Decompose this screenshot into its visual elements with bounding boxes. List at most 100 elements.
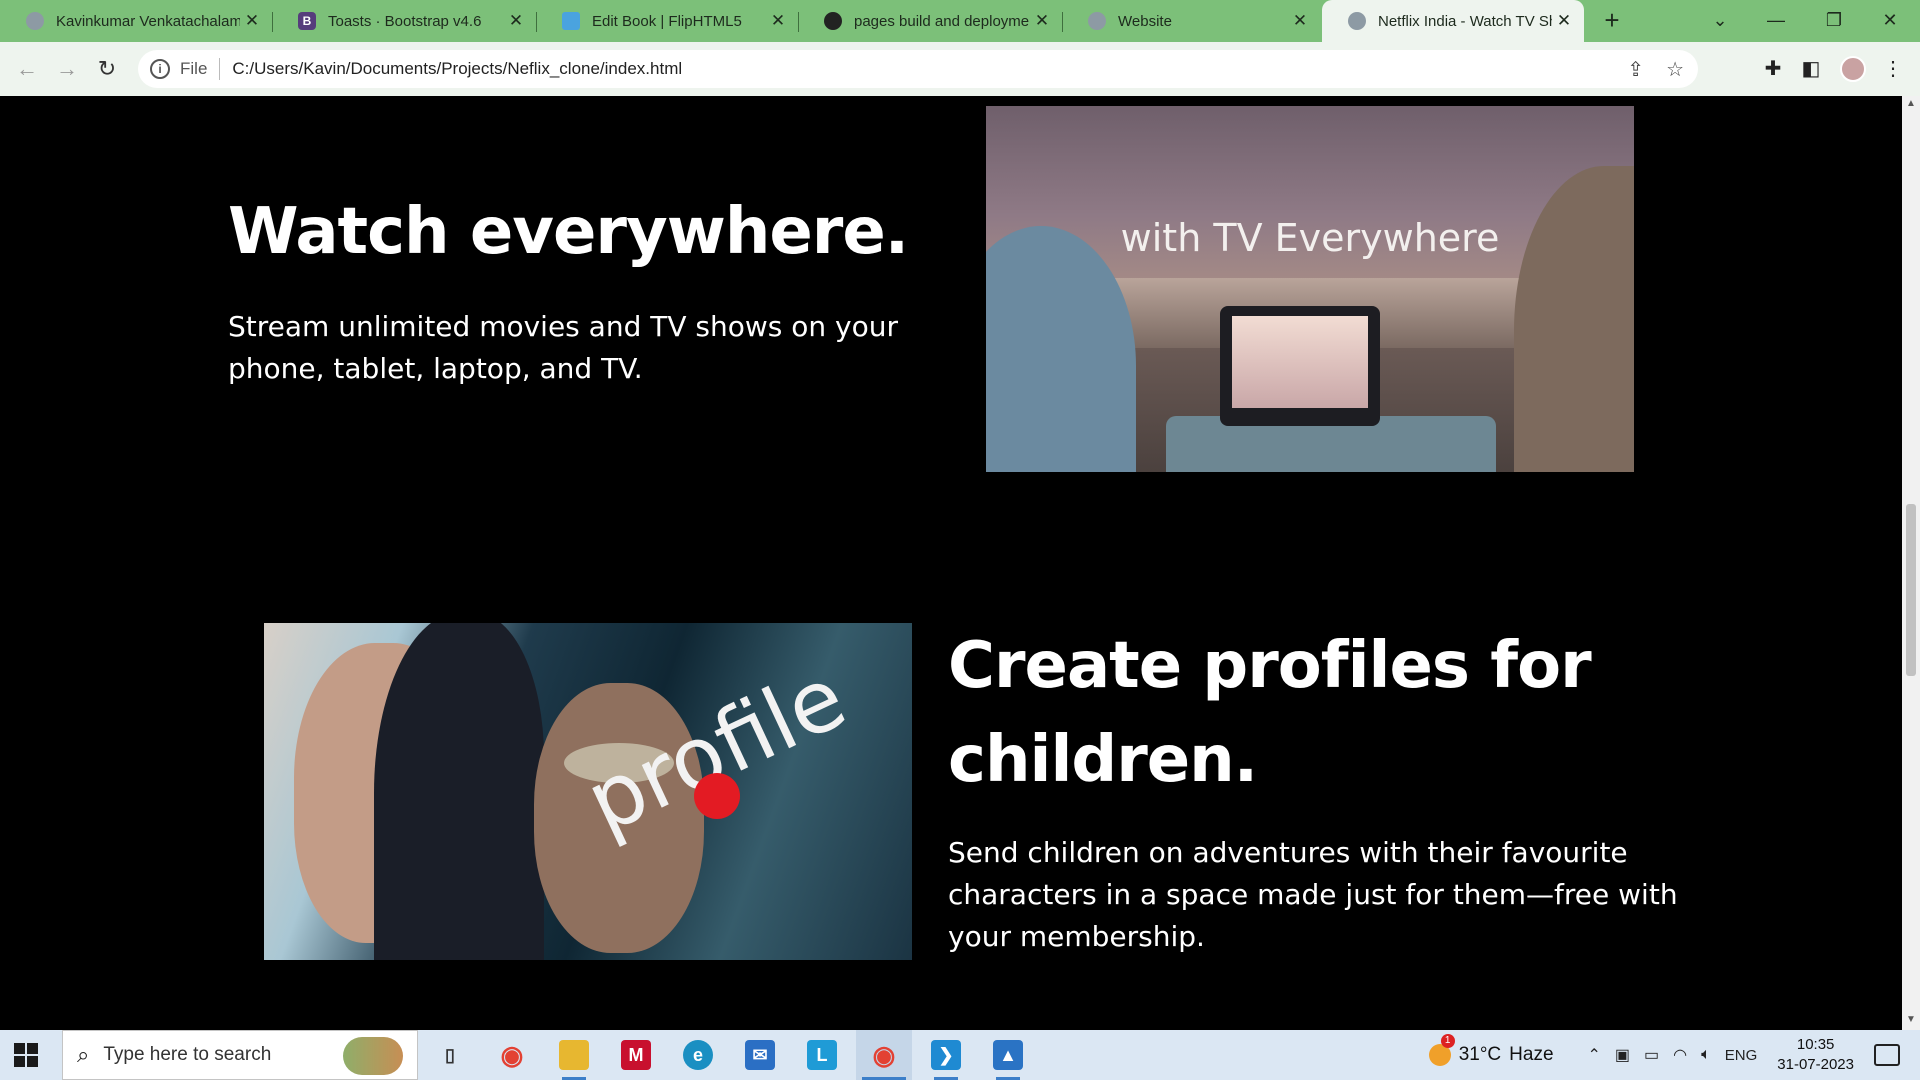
battery-icon[interactable]: ▭	[1644, 1045, 1659, 1065]
page-scrollbar[interactable]: ▲ ▼	[1902, 96, 1920, 1030]
taskbar-search-box[interactable]: ⌕ Type here to search	[62, 1030, 418, 1080]
l-app-taskbar-button[interactable]: L	[794, 1030, 850, 1080]
profile-avatar[interactable]	[1840, 56, 1866, 82]
clock-date: 31-07-2023	[1777, 1056, 1854, 1073]
bootstrap-icon: B	[298, 12, 316, 30]
weather-temperature: 31°C	[1458, 1044, 1502, 1065]
weather-widget[interactable]: 31°C Haze	[1428, 1034, 1554, 1066]
tablet-device	[1220, 306, 1380, 426]
tab-github-pages[interactable]: pages build and deploymen ✕	[798, 0, 1062, 42]
file-explorer-taskbar-button[interactable]: ▬	[546, 1030, 602, 1080]
address-bar[interactable]: i File C:/Users/Kavin/Documents/Projects…	[138, 50, 1698, 88]
taskbar-clock[interactable]: 10:35 31-07-2023	[1777, 1035, 1854, 1075]
chrome-icon: ◉	[872, 1039, 896, 1070]
scrollbar-thumb[interactable]	[1906, 504, 1916, 676]
side-panel-icon[interactable]: ◧	[1798, 56, 1824, 82]
weather-condition: Haze	[1509, 1044, 1554, 1065]
tablet-screen	[1232, 316, 1368, 408]
task-view-button[interactable]: ▯	[422, 1030, 478, 1080]
tv-image-caption: with TV Everywhere	[1120, 216, 1500, 260]
chrome-taskbar-button[interactable]: ◉	[484, 1030, 540, 1080]
restore-icon[interactable]: ❐	[1804, 0, 1864, 42]
watch-everywhere-title: Watch everywhere.	[228, 195, 909, 269]
vscode-taskbar-button[interactable]: ❯	[918, 1030, 974, 1080]
person-left-silhouette	[986, 226, 1136, 472]
mcafee-icon: M	[621, 1040, 651, 1070]
window-close-icon[interactable]: ✕	[1860, 0, 1920, 42]
language-indicator[interactable]: ENG	[1725, 1047, 1758, 1064]
head-scarf	[374, 623, 544, 960]
create-profiles-title-line1: Create profiles for	[948, 629, 1592, 703]
address-scheme: File	[180, 59, 208, 78]
close-icon[interactable]: ✕	[240, 11, 264, 31]
share-icon[interactable]: ⇪	[1627, 57, 1644, 82]
close-icon[interactable]: ✕	[1030, 11, 1054, 31]
new-tab-button[interactable]: +	[1597, 6, 1627, 36]
info-icon[interactable]: i	[150, 59, 170, 79]
tab-title: Toasts · Bootstrap v4.6	[328, 12, 482, 30]
person-right-silhouette	[1514, 166, 1634, 472]
address-url[interactable]: C:/Users/Kavin/Documents/Projects/Neflix…	[232, 59, 682, 79]
photos-icon: ▲	[993, 1040, 1023, 1070]
back-arrow-icon[interactable]: ←	[12, 54, 42, 84]
extensions-puzzle-icon[interactable]: ✚	[1760, 56, 1786, 82]
tab-fliphtml5[interactable]: Edit Book | FlipHTML5 ✕	[536, 0, 798, 42]
chevron-up-icon[interactable]: ⌃	[1588, 1045, 1601, 1065]
profile-movie-image: profile	[264, 623, 912, 960]
edge-icon: e	[683, 1040, 713, 1070]
tab-title: Edit Book | FlipHTML5	[592, 12, 742, 30]
taskbar-search-placeholder: Type here to search	[103, 1044, 272, 1065]
close-icon[interactable]: ✕	[1288, 11, 1312, 31]
close-icon[interactable]: ✕	[504, 11, 528, 31]
create-profiles-title-line2: children.	[948, 723, 1258, 797]
browser-toolbar: ← → ↻ i File C:/Users/Kavin/Documents/Pr…	[0, 42, 1920, 96]
mail-icon: ✉	[745, 1040, 775, 1070]
windows-start-icon[interactable]	[14, 1043, 38, 1067]
weather-sun-icon	[1428, 1034, 1455, 1066]
meet-now-icon[interactable]: ▣	[1615, 1045, 1630, 1065]
l-app-icon: L	[807, 1040, 837, 1070]
tab-netflix-india[interactable]: Netflix India - Watch TV Sh ✕	[1322, 0, 1584, 42]
forward-arrow-icon[interactable]: →	[52, 54, 82, 84]
globe-icon	[1348, 12, 1366, 30]
mail-taskbar-button[interactable]: ✉	[732, 1030, 788, 1080]
search-highlight-image	[343, 1037, 403, 1075]
scroll-down-arrow-icon[interactable]: ▼	[1905, 1014, 1917, 1025]
file-explorer-icon: ▬	[559, 1040, 589, 1070]
menu-kebab-icon[interactable]: ⋮	[1880, 56, 1906, 82]
notification-center-icon[interactable]	[1874, 1044, 1900, 1066]
minimize-icon[interactable]: —	[1746, 0, 1806, 42]
photos-taskbar-button[interactable]: ▲	[980, 1030, 1036, 1080]
browser-tab-strip: Kavinkumar Venkatachalam ✕ B Toasts · Bo…	[0, 0, 1920, 42]
address-bar-actions: ⇪ ☆	[1627, 57, 1684, 82]
system-tray: 31°C Haze ⌃ ▣ ▭ ◠ 🔈︎ ENG 10:35 31-07-202…	[1428, 1030, 1920, 1080]
close-icon[interactable]: ✕	[766, 11, 790, 31]
wifi-icon[interactable]: ◠	[1673, 1045, 1687, 1065]
clock-time: 10:35	[1796, 1036, 1835, 1053]
chrome-active-taskbar-button[interactable]: ◉	[856, 1030, 912, 1080]
profile-wordmark: profile	[571, 647, 861, 853]
tab-bootstrap-toasts[interactable]: B Toasts · Bootstrap v4.6 ✕	[272, 0, 536, 42]
task-view-icon: ▯	[445, 1044, 455, 1065]
vscode-icon: ❯	[931, 1040, 961, 1070]
scroll-up-arrow-icon[interactable]: ▲	[1905, 98, 1917, 109]
page-viewport: Watch everywhere. Stream unlimited movie…	[0, 96, 1902, 1030]
close-icon[interactable]: ✕	[1552, 11, 1576, 31]
windows-taskbar: ⌕ Type here to search ▯ ◉ ▬ M e ✉ L ◉ ❯ …	[0, 1030, 1920, 1080]
tab-title: pages build and deploymen	[854, 12, 1030, 30]
bookmark-star-icon[interactable]: ☆	[1666, 57, 1684, 82]
edge-taskbar-button[interactable]: e	[670, 1030, 726, 1080]
search-icon: ⌕	[77, 1042, 90, 1067]
tab-search-chevron-icon[interactable]: ⌄	[1690, 0, 1750, 42]
tab-website[interactable]: Website ✕	[1062, 0, 1320, 42]
tab-title: Kavinkumar Venkatachalam	[56, 12, 240, 30]
fliphtml5-icon	[562, 12, 580, 30]
tv-everywhere-image: with TV Everywhere	[986, 106, 1634, 472]
mcafee-taskbar-button[interactable]: M	[608, 1030, 664, 1080]
tab-title: Website	[1118, 12, 1172, 30]
volume-icon[interactable]: 🔈︎	[1701, 1046, 1711, 1064]
create-profiles-description: Send children on adventures with their f…	[948, 836, 1678, 953]
tab-kavinkumar[interactable]: Kavinkumar Venkatachalam ✕	[0, 0, 272, 42]
reload-icon[interactable]: ↻	[92, 54, 122, 84]
red-dot	[694, 773, 740, 819]
